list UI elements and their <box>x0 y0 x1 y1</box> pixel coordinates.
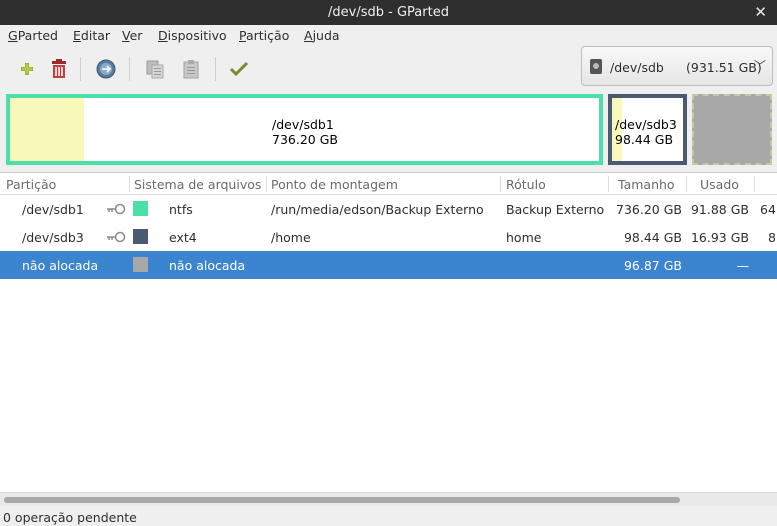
filesystem-color-swatch <box>133 229 148 244</box>
cell-filesystem: ext4 <box>169 230 197 245</box>
column-separator[interactable] <box>266 176 267 192</box>
cell-unused: 64 <box>760 202 776 217</box>
paste-button[interactable] <box>177 55 205 83</box>
partition-table: Partição Sistema de arquivos Ponto de mo… <box>0 172 777 492</box>
scrollbar-thumb[interactable] <box>4 497 680 503</box>
partition-block-size: 736.20 GB <box>272 132 338 147</box>
device-size: (931.51 GB) <box>686 60 762 75</box>
menu-dispositivo[interactable]: Dispositivo <box>158 28 227 43</box>
menu-particao[interactable]: Partição <box>239 28 289 43</box>
close-icon[interactable]: ✕ <box>754 3 767 21</box>
partition-block-sdb3[interactable]: /dev/sdb3 98.44 GB <box>608 94 687 165</box>
apply-icon <box>229 61 249 77</box>
hard-disk-icon <box>590 59 602 74</box>
cell-filesystem: ntfs <box>169 202 193 217</box>
title-bar: /dev/sdb - GParted ✕ <box>0 0 777 25</box>
menu-ver[interactable]: Ver <box>122 28 142 43</box>
copy-icon <box>146 60 164 79</box>
column-separator[interactable] <box>500 176 501 192</box>
new-partition-button[interactable] <box>13 55 41 83</box>
pending-operations-text: 0 operação pendente <box>3 510 137 525</box>
delete-icon <box>52 59 66 78</box>
menu-ajuda[interactable]: Ajuda <box>304 28 340 43</box>
column-header-label[interactable]: Rótulo <box>506 177 546 192</box>
device-name: /dev/sdb <box>610 60 664 75</box>
table-row[interactable]: /dev/sdb1 ntfs /run/media/edson/Backup E… <box>0 195 777 223</box>
partition-block-name: /dev/sdb3 <box>615 117 677 132</box>
menu-bar: GParted Editar Ver Dispositivo Partição … <box>0 25 777 47</box>
toolbar-separator <box>129 57 130 81</box>
table-header: Partição Sistema de arquivos Ponto de mo… <box>0 173 777 195</box>
cell-label: Backup Externo <box>506 202 605 217</box>
partition-block-sdb1[interactable]: /dev/sdb1 736.20 GB <box>6 94 603 165</box>
filesystem-color-swatch <box>133 201 148 216</box>
status-bar: 0 operação pendente <box>0 506 777 526</box>
menu-editar[interactable]: Editar <box>73 28 110 43</box>
menu-gparted[interactable]: GParted <box>8 28 58 43</box>
table-row[interactable]: não alocada não alocada 96.87 GB — <box>0 251 777 279</box>
column-separator[interactable] <box>686 176 687 192</box>
column-separator[interactable] <box>608 176 609 192</box>
cell-partition: /dev/sdb3 <box>22 230 84 245</box>
delete-button[interactable] <box>45 55 73 83</box>
key-icon <box>107 231 126 243</box>
cell-used: — <box>736 258 750 273</box>
partition-block-size: 98.44 GB <box>615 132 674 147</box>
key-icon <box>107 203 126 215</box>
window-title: /dev/sdb - GParted <box>328 5 449 20</box>
filesystem-color-swatch <box>133 257 148 272</box>
cell-size: 736.20 GB <box>616 202 682 217</box>
toolbar-separator <box>80 57 81 81</box>
column-separator[interactable] <box>129 176 130 192</box>
column-header-partition[interactable]: Partição <box>6 177 56 192</box>
partition-block-unallocated[interactable] <box>692 94 772 165</box>
new-partition-icon <box>21 63 33 75</box>
horizontal-scrollbar[interactable] <box>0 492 777 506</box>
device-selector[interactable]: /dev/sdb (931.51 GB) ﹀ <box>581 46 773 86</box>
cell-used: 16.93 GB <box>690 230 749 245</box>
copy-button[interactable] <box>141 55 169 83</box>
resize-move-icon <box>96 59 116 79</box>
column-separator[interactable] <box>754 176 755 192</box>
toolbar-separator <box>215 57 216 81</box>
cell-mountpoint: /home <box>271 230 311 245</box>
paste-icon <box>183 60 199 79</box>
disk-map: /dev/sdb1 736.20 GB /dev/sdb3 98.44 GB <box>6 94 772 165</box>
table-row[interactable]: /dev/sdb3 ext4 /home home 98.44 GB 16.93… <box>0 223 777 251</box>
chevron-down-icon: ﹀ <box>753 59 766 73</box>
cell-mountpoint: /run/media/edson/Backup Externo <box>271 202 484 217</box>
partition-block-label: /dev/sdb3 98.44 GB <box>615 117 677 147</box>
column-header-size[interactable]: Tamanho <box>618 177 675 192</box>
partition-block-name: /dev/sdb1 <box>272 117 334 132</box>
cell-label: home <box>506 230 542 245</box>
resize-move-button[interactable] <box>92 55 120 83</box>
cell-filesystem: não alocada <box>169 258 246 273</box>
cell-size: 96.87 GB <box>623 258 682 273</box>
apply-button[interactable] <box>225 55 253 83</box>
cell-unused: 8 <box>768 230 776 245</box>
cell-used: 91.88 GB <box>690 202 749 217</box>
cell-partition: não alocada <box>22 258 99 273</box>
cell-partition: /dev/sdb1 <box>22 202 84 217</box>
partition-block-label: /dev/sdb1 736.20 GB <box>272 117 338 147</box>
column-header-filesystem[interactable]: Sistema de arquivos <box>134 177 261 192</box>
cell-size: 98.44 GB <box>623 230 682 245</box>
column-header-mountpoint[interactable]: Ponto de montagem <box>271 177 398 192</box>
used-space-bar <box>10 98 84 161</box>
column-header-used[interactable]: Usado <box>700 177 739 192</box>
